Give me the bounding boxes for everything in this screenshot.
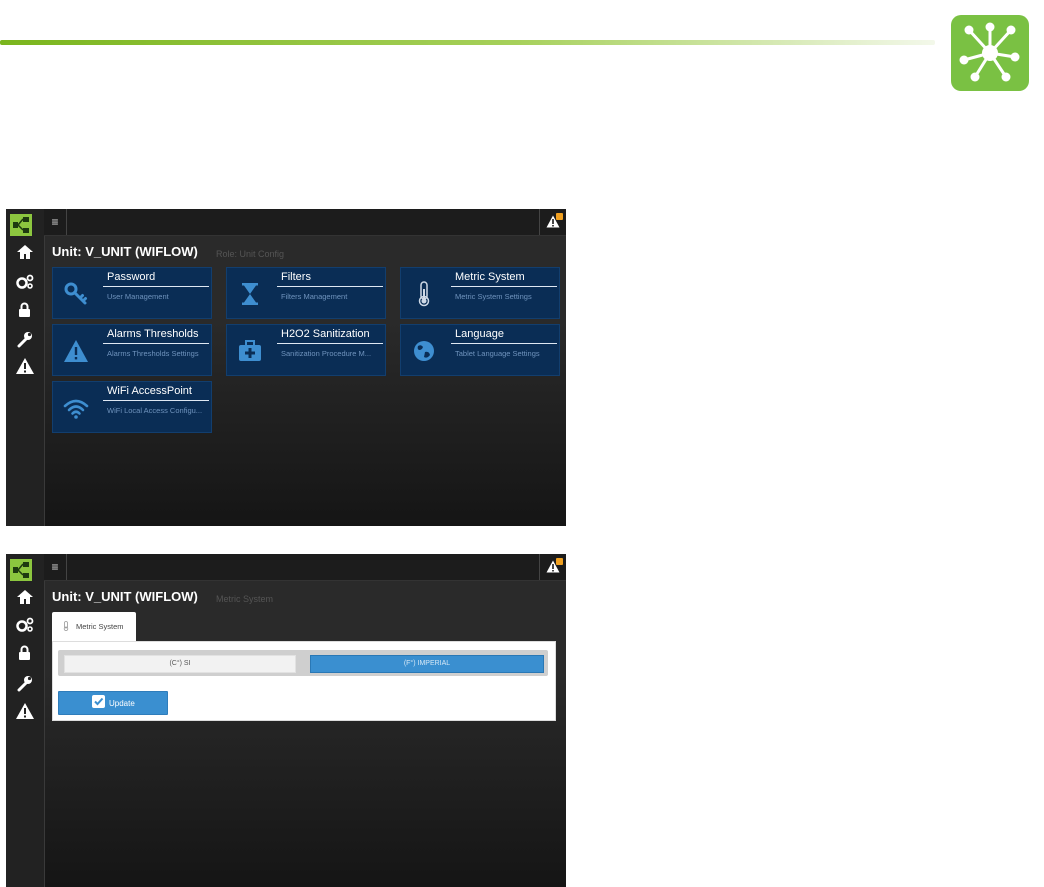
tile-title: Metric System: [455, 271, 525, 283]
header-gradient-line: [0, 40, 935, 45]
tile-subtitle: User Management: [107, 292, 169, 301]
wrench-icon[interactable]: [15, 330, 35, 348]
warning-icon: [63, 338, 89, 364]
tile-filters[interactable]: Filters Filters Management: [226, 267, 386, 319]
network-hub-icon: [959, 22, 1020, 82]
tile-divider: [277, 343, 383, 344]
tile-title: Alarms Thresholds: [107, 328, 199, 340]
alert-badge: [556, 213, 563, 220]
first-aid-icon: [237, 338, 263, 364]
tile-language[interactable]: Language Tablet Language Settings: [400, 324, 560, 376]
tile-divider: [277, 286, 383, 287]
tab-label: Metric System: [76, 622, 124, 631]
tile-password[interactable]: Password User Management: [52, 267, 212, 319]
tile-divider: [103, 286, 209, 287]
top-bar: ≡: [44, 209, 566, 236]
metric-settings-panel: (C°) SI (F°) IMPERIAL Update: [52, 641, 556, 721]
tile-title: Language: [455, 328, 504, 340]
app-logo-icon[interactable]: [10, 214, 32, 236]
app-logo-icon[interactable]: [10, 559, 32, 581]
key-icon: [63, 281, 89, 307]
menu-button[interactable]: ≡: [44, 209, 67, 235]
warning-icon[interactable]: [15, 357, 35, 375]
thermometer-icon: [411, 281, 437, 307]
tile-divider: [103, 400, 209, 401]
tile-wifi-accesspoint[interactable]: WiFi AccessPoint WiFi Local Access Confi…: [52, 381, 212, 433]
warning-icon[interactable]: [15, 702, 35, 720]
tile-subtitle: Sanitization Procedure M...: [281, 349, 372, 358]
globe-icon: [411, 338, 437, 364]
tile-subtitle: Metric System Settings: [455, 292, 532, 301]
wifi-icon: [63, 395, 89, 421]
thermometer-icon: [63, 621, 69, 631]
lock-icon[interactable]: [15, 644, 35, 662]
menu-button[interactable]: ≡: [44, 554, 67, 580]
hourglass-icon: [237, 281, 263, 307]
tile-subtitle: Tablet Language Settings: [455, 349, 540, 358]
tile-title: Filters: [281, 271, 311, 283]
unit-subtitle: Metric System: [216, 594, 274, 604]
alert-badge: [556, 558, 563, 565]
alerts-button[interactable]: [539, 209, 566, 235]
network-logo: [951, 15, 1029, 91]
screenshot-settings-menu: ≡ Unit: V_UNIT (WIFLOW) Role: Unit Confi…: [6, 209, 566, 526]
gears-icon[interactable]: [15, 273, 35, 291]
wrench-icon[interactable]: [15, 674, 35, 692]
tile-divider: [103, 343, 209, 344]
home-icon[interactable]: [15, 243, 35, 261]
tile-subtitle: WiFi Local Access Configu...: [107, 406, 203, 415]
option-si-button[interactable]: (C°) SI: [64, 655, 296, 673]
tile-metric-system[interactable]: Metric System Metric System Settings: [400, 267, 560, 319]
unit-title: Unit: V_UNIT (WIFLOW): [52, 589, 198, 604]
unit-toggle: (C°) SI (F°) IMPERIAL: [58, 650, 548, 676]
tile-title: Password: [107, 271, 156, 283]
update-button[interactable]: Update: [58, 691, 168, 715]
unit-subtitle: Role: Unit Config: [216, 249, 285, 259]
tile-divider: [451, 286, 557, 287]
tile-title: WiFi AccessPoint: [107, 385, 192, 397]
tile-h2o2-sanitization[interactable]: H2O2 Sanitization Sanitization Procedure…: [226, 324, 386, 376]
gears-icon[interactable]: [15, 616, 35, 634]
top-bar: ≡: [44, 554, 566, 581]
tab-metric-system[interactable]: Metric System: [52, 612, 136, 642]
sidebar: [6, 554, 45, 887]
tile-divider: [451, 343, 557, 344]
checkbox-icon: [92, 695, 105, 708]
tile-title: H2O2 Sanitization: [281, 328, 370, 340]
sidebar: [6, 209, 45, 526]
tile-subtitle: Filters Management: [281, 292, 348, 301]
option-imperial-button[interactable]: (F°) IMPERIAL: [310, 655, 544, 673]
tile-subtitle: Alarms Thresholds Settings: [107, 349, 199, 358]
alerts-button[interactable]: [539, 554, 566, 580]
unit-title: Unit: V_UNIT (WIFLOW): [52, 244, 198, 259]
home-icon[interactable]: [15, 588, 35, 606]
screenshot-metric-system: ≡ Unit: V_UNIT (WIFLOW) Metric System Me…: [6, 554, 566, 887]
lock-icon[interactable]: [15, 301, 35, 319]
tile-alarms-thresholds[interactable]: Alarms Thresholds Alarms Thresholds Sett…: [52, 324, 212, 376]
update-label: Update: [109, 699, 135, 708]
